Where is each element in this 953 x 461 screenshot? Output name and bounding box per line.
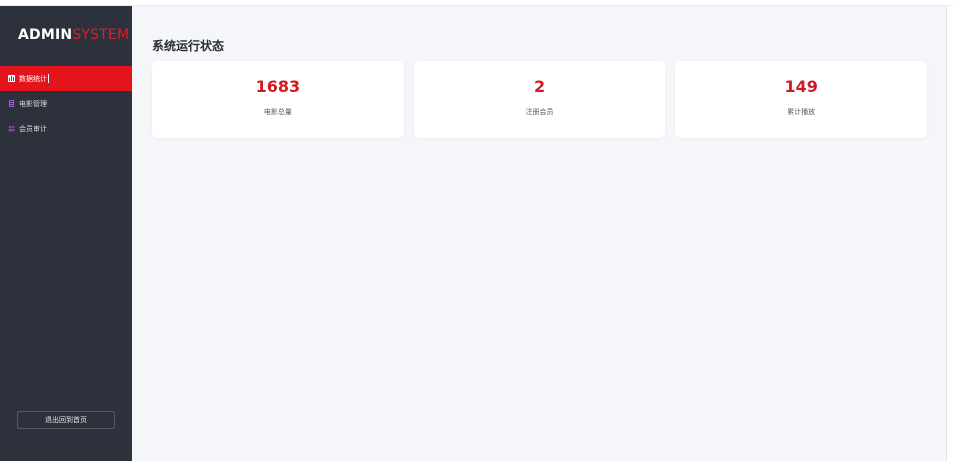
stat-label: 累计播放 — [787, 108, 816, 116]
sidebar-item-label: 会员审计 — [19, 124, 47, 133]
stat-value: 2 — [533, 77, 546, 96]
sidebar-item-label: 数据统计 — [19, 74, 47, 83]
stats-cards: 1683 电影总量 2 注册会员 149 累计播放 — [152, 61, 928, 138]
sidebar-item-data-stats[interactable]: 数据统计 — [0, 66, 132, 91]
stat-label: 注册会员 — [525, 108, 554, 116]
sidebar-item-label: 电影管理 — [19, 99, 47, 108]
sidebar-item-member-audit[interactable]: 会员审计 — [0, 116, 132, 141]
stat-card-plays: 149 累计播放 — [675, 61, 928, 138]
window-right-edge — [946, 6, 953, 461]
stat-value: 149 — [784, 77, 818, 96]
film-icon — [8, 100, 15, 107]
page-title: 系统运行状态 — [152, 39, 225, 53]
brand-logo: ADMINSYSTEM — [18, 27, 129, 43]
text-cursor — [48, 74, 49, 83]
bar-chart-icon — [8, 75, 15, 82]
stat-label: 电影总量 — [263, 108, 292, 116]
stat-card-movies: 1683 电影总量 — [152, 61, 404, 138]
users-icon — [8, 125, 15, 132]
sidebar-item-movies[interactable]: 电影管理 — [0, 91, 132, 116]
app-frame: ADMINSYSTEM 数据统计 电影管理 会员审计 退出回到首页 系统运行状态… — [0, 6, 946, 461]
brand-logo-admin: ADMIN — [18, 27, 73, 43]
sidebar-nav: 数据统计 电影管理 会员审计 — [0, 66, 132, 141]
stat-card-members: 2 注册会员 — [413, 61, 666, 138]
stat-value: 1683 — [255, 77, 301, 96]
main-content: 系统运行状态 1683 电影总量 2 注册会员 149 累计播放 — [132, 6, 946, 461]
sidebar: ADMINSYSTEM 数据统计 电影管理 会员审计 退出回到首页 — [0, 6, 132, 461]
logout-button[interactable]: 退出回到首页 — [17, 411, 115, 429]
brand-logo-system: SYSTEM — [72, 27, 130, 43]
